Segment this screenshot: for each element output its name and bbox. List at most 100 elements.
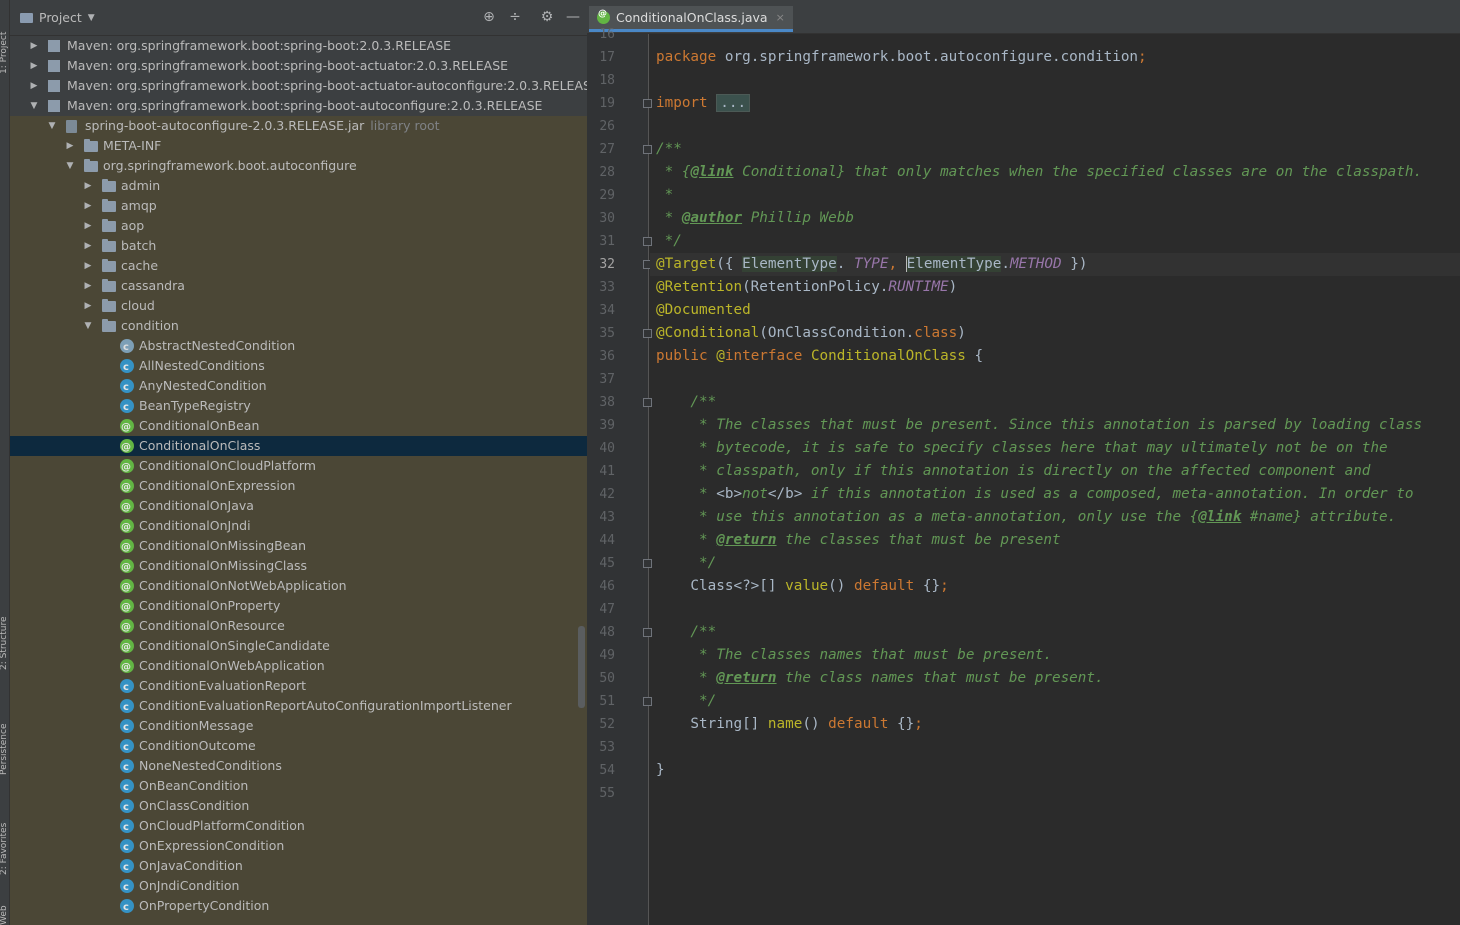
tree-row-label: ConditionEvaluationReportAutoConfigurati… xyxy=(139,698,512,713)
tree-row[interactable]: ConditionalOnWebApplication xyxy=(10,656,587,678)
locate-icon[interactable]: ⊕ xyxy=(481,9,497,25)
tree-row[interactable]: ConditionalOnJndi xyxy=(10,516,587,538)
code-line[interactable]: * @return the class names that must be p… xyxy=(656,667,1104,690)
code-line[interactable]: * <b>not</b> if this annotation is used … xyxy=(656,483,1413,506)
tree-row[interactable]: ConditionalOnNotWebApplication xyxy=(10,576,587,598)
code-area[interactable]: package org.springframework.boot.autocon… xyxy=(650,34,1460,925)
tree-row[interactable]: ConditionalOnMissingBean xyxy=(10,536,587,558)
code-line[interactable]: String[] name() default {}; xyxy=(656,713,922,736)
code-line[interactable]: /** xyxy=(656,391,716,414)
collapsed-arrow-icon[interactable]: ▶ xyxy=(82,196,94,216)
close-icon[interactable]: × xyxy=(776,11,785,24)
tree-scrollbar[interactable] xyxy=(578,626,585,708)
tree-row[interactable]: ▶ cassandra xyxy=(10,276,587,296)
collapsed-arrow-icon[interactable]: ▶ xyxy=(82,256,94,276)
cls-icon xyxy=(120,358,134,378)
code-line[interactable]: */ xyxy=(656,230,682,253)
code-line[interactable]: @Documented xyxy=(656,299,751,322)
collapsed-arrow-icon[interactable]: ▶ xyxy=(28,76,40,96)
tree-row[interactable]: BeanTypeRegistry xyxy=(10,396,587,418)
collapsed-arrow-icon[interactable]: ▶ xyxy=(28,36,40,56)
expanded-arrow-icon[interactable]: ▼ xyxy=(46,116,58,136)
collapsed-arrow-icon[interactable]: ▶ xyxy=(64,136,76,156)
code-line[interactable]: @Retention(RetentionPolicy.RUNTIME) xyxy=(656,276,957,299)
code-line[interactable]: import ... xyxy=(656,92,751,115)
collapsed-arrow-icon[interactable]: ▶ xyxy=(28,56,40,76)
tree-row[interactable]: AbstractNestedCondition xyxy=(10,336,587,358)
tree-row[interactable]: ▶ Maven: org.springframework.boot:spring-… xyxy=(10,56,587,76)
code-token: import xyxy=(656,95,717,111)
tree-row[interactable]: AnyNestedCondition xyxy=(10,376,587,398)
tree-row[interactable]: ▼ spring-boot-autoconfigure-2.0.3.RELEASE… xyxy=(10,116,587,136)
collapsed-arrow-icon[interactable]: ▶ xyxy=(82,276,94,296)
tree-row[interactable]: ▶ aop xyxy=(10,216,587,236)
code-line[interactable]: @Target({ ElementType. TYPE, ElementType… xyxy=(650,253,1460,276)
tree-row[interactable]: ConditionEvaluationReport xyxy=(10,676,587,698)
tree-row[interactable]: ConditionOutcome xyxy=(10,736,587,758)
collapsed-arrow-icon[interactable]: ▶ xyxy=(82,216,94,236)
code-line[interactable]: * bytecode, it is safe to specify classe… xyxy=(656,437,1388,460)
code-line[interactable]: @Conditional(OnClassCondition.class) xyxy=(656,322,966,345)
tree-row[interactable]: ConditionalOnResource xyxy=(10,616,587,638)
tree-row[interactable]: OnClassCondition xyxy=(10,796,587,818)
code-line[interactable]: * xyxy=(656,184,674,207)
code-line[interactable]: * The classes that must be present. Sinc… xyxy=(656,414,1422,437)
code-line[interactable]: /** xyxy=(656,621,716,644)
tree-row[interactable]: OnBeanCondition xyxy=(10,776,587,798)
tree-row[interactable]: OnJndiCondition xyxy=(10,876,587,898)
tree-row[interactable]: ▶ cache xyxy=(10,256,587,276)
tree-row[interactable]: OnExpressionCondition xyxy=(10,836,587,858)
tree-row[interactable]: ▶ Maven: org.springframework.boot:spring-… xyxy=(10,76,587,96)
tree-row[interactable]: ConditionalOnCloudPlatform xyxy=(10,456,587,478)
tree-row[interactable]: ConditionalOnExpression xyxy=(10,476,587,498)
tree-row[interactable]: AllNestedConditions xyxy=(10,356,587,378)
code-line[interactable]: * use this annotation as a meta-annotati… xyxy=(656,506,1396,529)
tree-row[interactable]: ConditionMessage xyxy=(10,716,587,738)
line-number-gutter[interactable]: 16 17 18 19 26 27 28 29 30 31 32 33 34 35 36 37 38 39 40 41… xyxy=(587,27,652,925)
code-line[interactable]: * @author Phillip Webb xyxy=(656,207,854,230)
code-line[interactable]: */ xyxy=(656,552,716,575)
line-number: 51 xyxy=(599,694,615,709)
tree-row[interactable]: OnJavaCondition xyxy=(10,856,587,878)
tree-row[interactable]: NoneNestedConditions xyxy=(10,756,587,778)
tree-row[interactable]: ConditionalOnSingleCandidate xyxy=(10,636,587,658)
tree-row[interactable]: ConditionalOnJava xyxy=(10,496,587,518)
tree-row[interactable]: ▶ META-INF xyxy=(10,136,587,156)
code-line[interactable]: * {@link Conditional} that only matches … xyxy=(656,161,1423,184)
tree-row[interactable]: ConditionalOnProperty xyxy=(10,596,587,618)
collapsed-arrow-icon[interactable]: ▶ xyxy=(82,176,94,196)
editor-tab-conditional-on-class[interactable]: ConditionalOnClass.java × xyxy=(589,6,793,32)
code-line[interactable]: } xyxy=(656,759,665,782)
collapsed-arrow-icon[interactable]: ▶ xyxy=(82,296,94,316)
code-line[interactable]: package org.springframework.boot.autocon… xyxy=(656,46,1147,69)
project-view-selector[interactable]: Project ▼ xyxy=(20,10,95,25)
tree-row[interactable]: ▶ admin xyxy=(10,176,587,196)
minimize-icon[interactable]: — xyxy=(565,9,581,25)
tree-row[interactable]: ▶ batch xyxy=(10,236,587,256)
code-line[interactable]: * The classes names that must be present… xyxy=(656,644,1052,667)
code-line[interactable]: /** xyxy=(656,138,682,161)
code-line[interactable]: Class<?>[] value() default {}; xyxy=(656,575,948,598)
tree-row[interactable]: ConditionalOnBean xyxy=(10,416,587,438)
collapse-icon[interactable]: ÷ xyxy=(507,9,523,25)
tree-row[interactable]: OnCloudPlatformCondition xyxy=(10,816,587,838)
collapsed-arrow-icon[interactable]: ▶ xyxy=(82,236,94,256)
tree-row[interactable]: ▼ condition xyxy=(10,316,587,336)
gear-icon[interactable]: ⚙ xyxy=(539,9,555,25)
tree-row[interactable]: ▼ org.springframework.boot.autoconfigure xyxy=(10,156,587,176)
tree-row-selected[interactable]: ConditionalOnClass xyxy=(10,436,587,458)
code-line[interactable]: public @interface ConditionalOnClass { xyxy=(656,345,983,368)
code-line[interactable]: */ xyxy=(656,690,716,713)
expanded-arrow-icon[interactable]: ▼ xyxy=(82,316,94,336)
tree-row[interactable]: ConditionalOnMissingClass xyxy=(10,556,587,578)
code-line[interactable]: * classpath, only if this annotation is … xyxy=(656,460,1370,483)
tree-row[interactable]: ▼ Maven: org.springframework.boot:spring-… xyxy=(10,96,587,116)
tree-row[interactable]: OnPropertyCondition xyxy=(10,896,587,918)
tree-row[interactable]: ▶ cloud xyxy=(10,296,587,316)
expanded-arrow-icon[interactable]: ▼ xyxy=(64,156,76,176)
tree-row[interactable]: ▶ amqp xyxy=(10,196,587,216)
code-line[interactable]: * @return the classes that must be prese… xyxy=(656,529,1061,552)
expanded-arrow-icon[interactable]: ▼ xyxy=(28,96,40,116)
tree-row[interactable]: ▶ Maven: org.springframework.boot:spring-… xyxy=(10,36,587,56)
tree-row[interactable]: ConditionEvaluationReportAutoConfigurati… xyxy=(10,696,587,718)
